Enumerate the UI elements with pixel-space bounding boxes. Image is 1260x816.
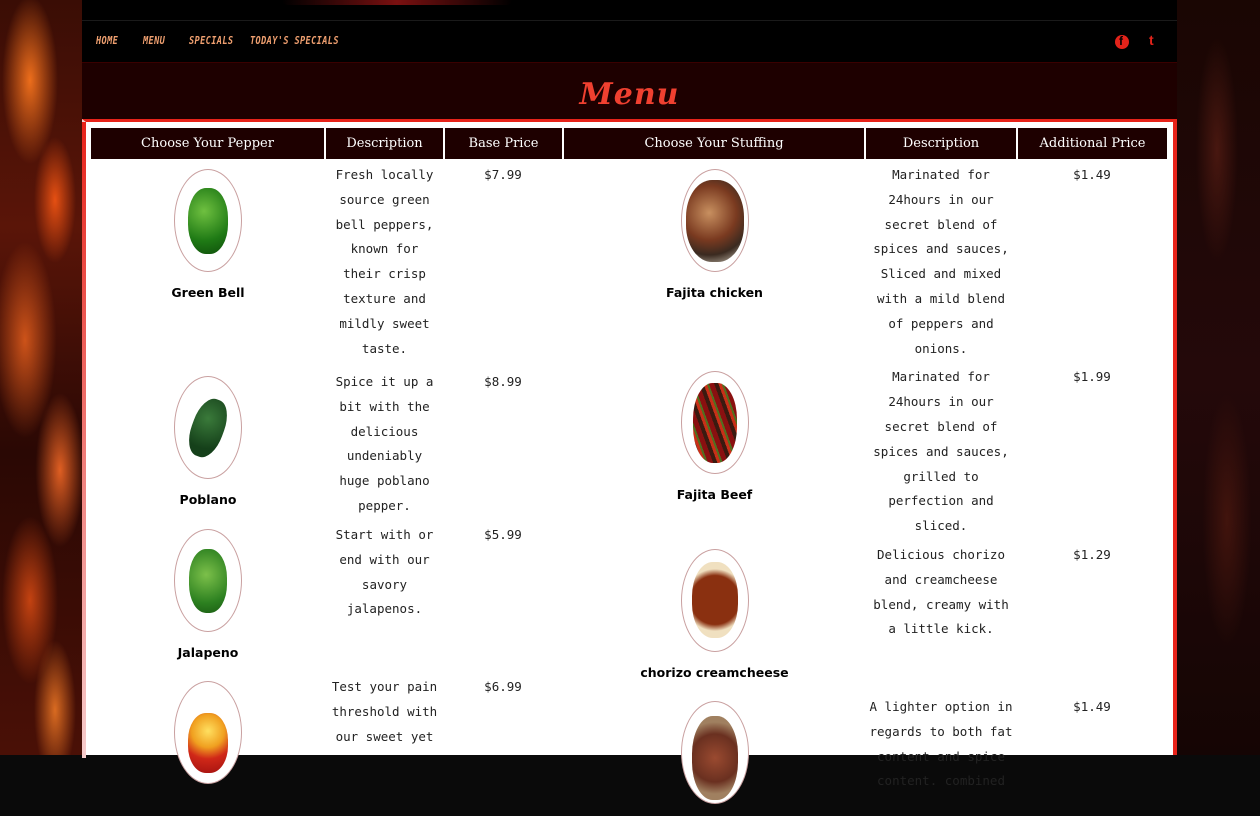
pepper-price: $7.99 (484, 167, 522, 182)
pepper-price: $6.99 (484, 679, 522, 694)
facebook-icon[interactable]: f (1115, 34, 1129, 49)
nav-todays-specials-link[interactable]: TODAY'S SPECIALS (250, 34, 339, 47)
flame-background-right (1177, 0, 1260, 755)
stuffing-table: Choose Your Stuffing Description Additio… (564, 128, 1167, 816)
stuffing-cell: chorizo creamcheese (564, 539, 865, 691)
pepper-description-header: Description (324, 128, 444, 159)
stuffing-description: Marinated for 24hours in our secret blen… (873, 167, 1009, 356)
stuffing-column-header: Choose Your Stuffing (564, 128, 865, 159)
pepper-price: $5.99 (484, 527, 522, 542)
menu-panel: Choose Your Pepper Description Base Pric… (82, 119, 1177, 804)
stuffing-cell: Fajita Beef (564, 361, 865, 539)
stuffing-cell: Fajita chicken (564, 159, 865, 361)
nav-home-link[interactable]: HOME (96, 34, 118, 47)
hot-pepper-image (174, 681, 242, 784)
pepper-description: Spice it up a bit with the delicious und… (335, 374, 434, 513)
chorizo-creamcheese-image (680, 548, 749, 652)
twitter-icon[interactable]: t (1149, 32, 1163, 49)
pepper-name: Green Bell (171, 285, 245, 300)
stuffing-name: chorizo creamcheese (640, 664, 789, 680)
pepper-table: Choose Your Pepper Description Base Pric… (91, 128, 562, 796)
table-row: Poblano Spice it up a bit with the delic… (91, 366, 562, 519)
stuffing-name: Fajita Beef (676, 487, 753, 503)
pepper-cell (91, 671, 325, 796)
stuffing-price: $1.49 (1073, 167, 1111, 182)
header-strip (82, 0, 1177, 20)
pepper-description: Fresh locally source green bell peppers,… (335, 167, 434, 356)
fajita-beef-image (680, 371, 749, 475)
table-row: Test your pain threshold with our sweet … (91, 671, 562, 796)
pepper-cell: Jalapeno (91, 519, 325, 671)
stuffing-price: $1.29 (1073, 546, 1111, 562)
stuffing-description-header: Description (864, 128, 1017, 159)
pepper-cell: Green Bell (91, 159, 325, 366)
stuffing-table-header: Choose Your Stuffing Description Additio… (564, 128, 1167, 159)
pepper-price: $8.99 (484, 374, 522, 389)
poblano-pepper-image (174, 376, 242, 479)
table-row: Fajita Beef Marinated for 24hours in our… (564, 361, 1167, 539)
stuffing-cell (564, 691, 865, 816)
stuffing-description: Delicious chorizo and creamcheese blend,… (873, 546, 1009, 637)
pepper-description: Start with or end with our savory jalape… (335, 527, 434, 617)
page-title: Menu (579, 77, 680, 112)
table-row: chorizo creamcheese Delicious chorizo an… (564, 539, 1167, 691)
fajita-chicken-image (680, 169, 749, 272)
pepper-name: Poblano (179, 492, 237, 507)
nav-specials-link[interactable]: SPECIALS (189, 34, 233, 47)
pepper-name: Jalapeno (177, 645, 239, 660)
table-row: Jalapeno Start with or end with our savo… (91, 519, 562, 671)
nav-menu-link[interactable]: MENU (143, 34, 165, 47)
pepper-cell: Poblano (91, 366, 325, 519)
stuffing-description: Marinated for 24hours in our secret blen… (873, 369, 1009, 534)
green-bell-pepper-image (174, 169, 242, 272)
table-row: A lighter option in regards to both fat … (564, 691, 1167, 816)
main-nav: HOME MENU SPECIALS TODAY'S SPECIALS f t (82, 20, 1177, 63)
stuffing-price: $1.99 (1073, 369, 1111, 385)
stuffing-price-header: Additional Price (1016, 128, 1167, 159)
title-band: Menu (82, 62, 1177, 120)
table-row: Green Bell Fresh locally source green be… (91, 159, 562, 366)
pepper-column-header: Choose Your Pepper (91, 128, 325, 159)
stuffing-description: A lighter option in regards to both fat … (869, 698, 1013, 789)
jalapeno-pepper-image (174, 529, 242, 632)
pepper-table-header: Choose Your Pepper Description Base Pric… (91, 128, 562, 159)
flame-background-left (0, 0, 82, 755)
veggie-stuffing-image (680, 700, 749, 804)
pepper-price-header: Base Price (443, 128, 562, 159)
pepper-description: Test your pain threshold with our sweet … (331, 679, 438, 744)
stuffing-price: $1.49 (1073, 698, 1111, 714)
stuffing-name: Fajita chicken (666, 285, 763, 300)
table-row: Fajita chicken Marinated for 24hours in … (564, 159, 1167, 361)
